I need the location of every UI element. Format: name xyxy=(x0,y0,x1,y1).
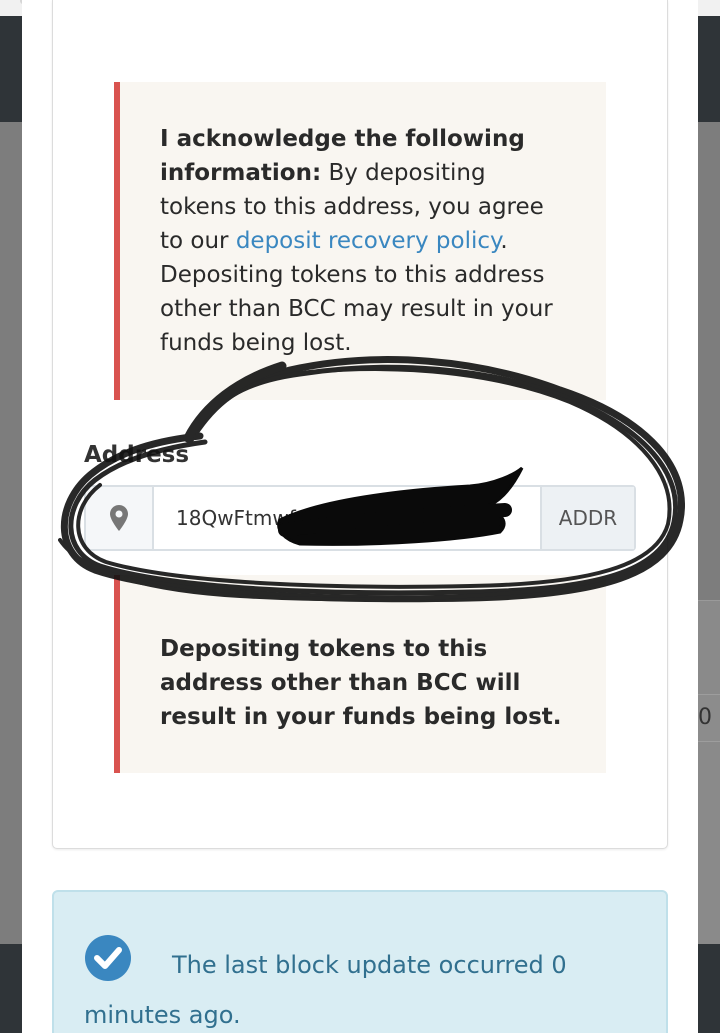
address-input-group: ADDR xyxy=(84,485,636,551)
warning-text: Depositing tokens to this address other … xyxy=(160,636,562,730)
background-input: 0 xyxy=(698,694,720,742)
block-update-alert: The last block update occurred 0 minutes… xyxy=(52,890,668,1033)
background-card xyxy=(698,600,720,945)
addr-button[interactable]: ADDR xyxy=(540,487,634,549)
address-input[interactable] xyxy=(154,487,540,549)
acknowledge-text: I acknowledge the following information:… xyxy=(160,122,566,360)
background-input-value: 0 xyxy=(698,705,712,730)
acknowledge-callout: I acknowledge the following information:… xyxy=(114,82,606,400)
deposit-recovery-policy-link[interactable]: deposit recovery policy xyxy=(236,228,501,254)
warning-callout: Depositing tokens to this address other … xyxy=(114,575,606,773)
map-marker-icon xyxy=(86,487,154,549)
address-label: Address xyxy=(84,442,190,468)
block-update-text: The last block update occurred 0 minutes… xyxy=(84,951,567,1029)
